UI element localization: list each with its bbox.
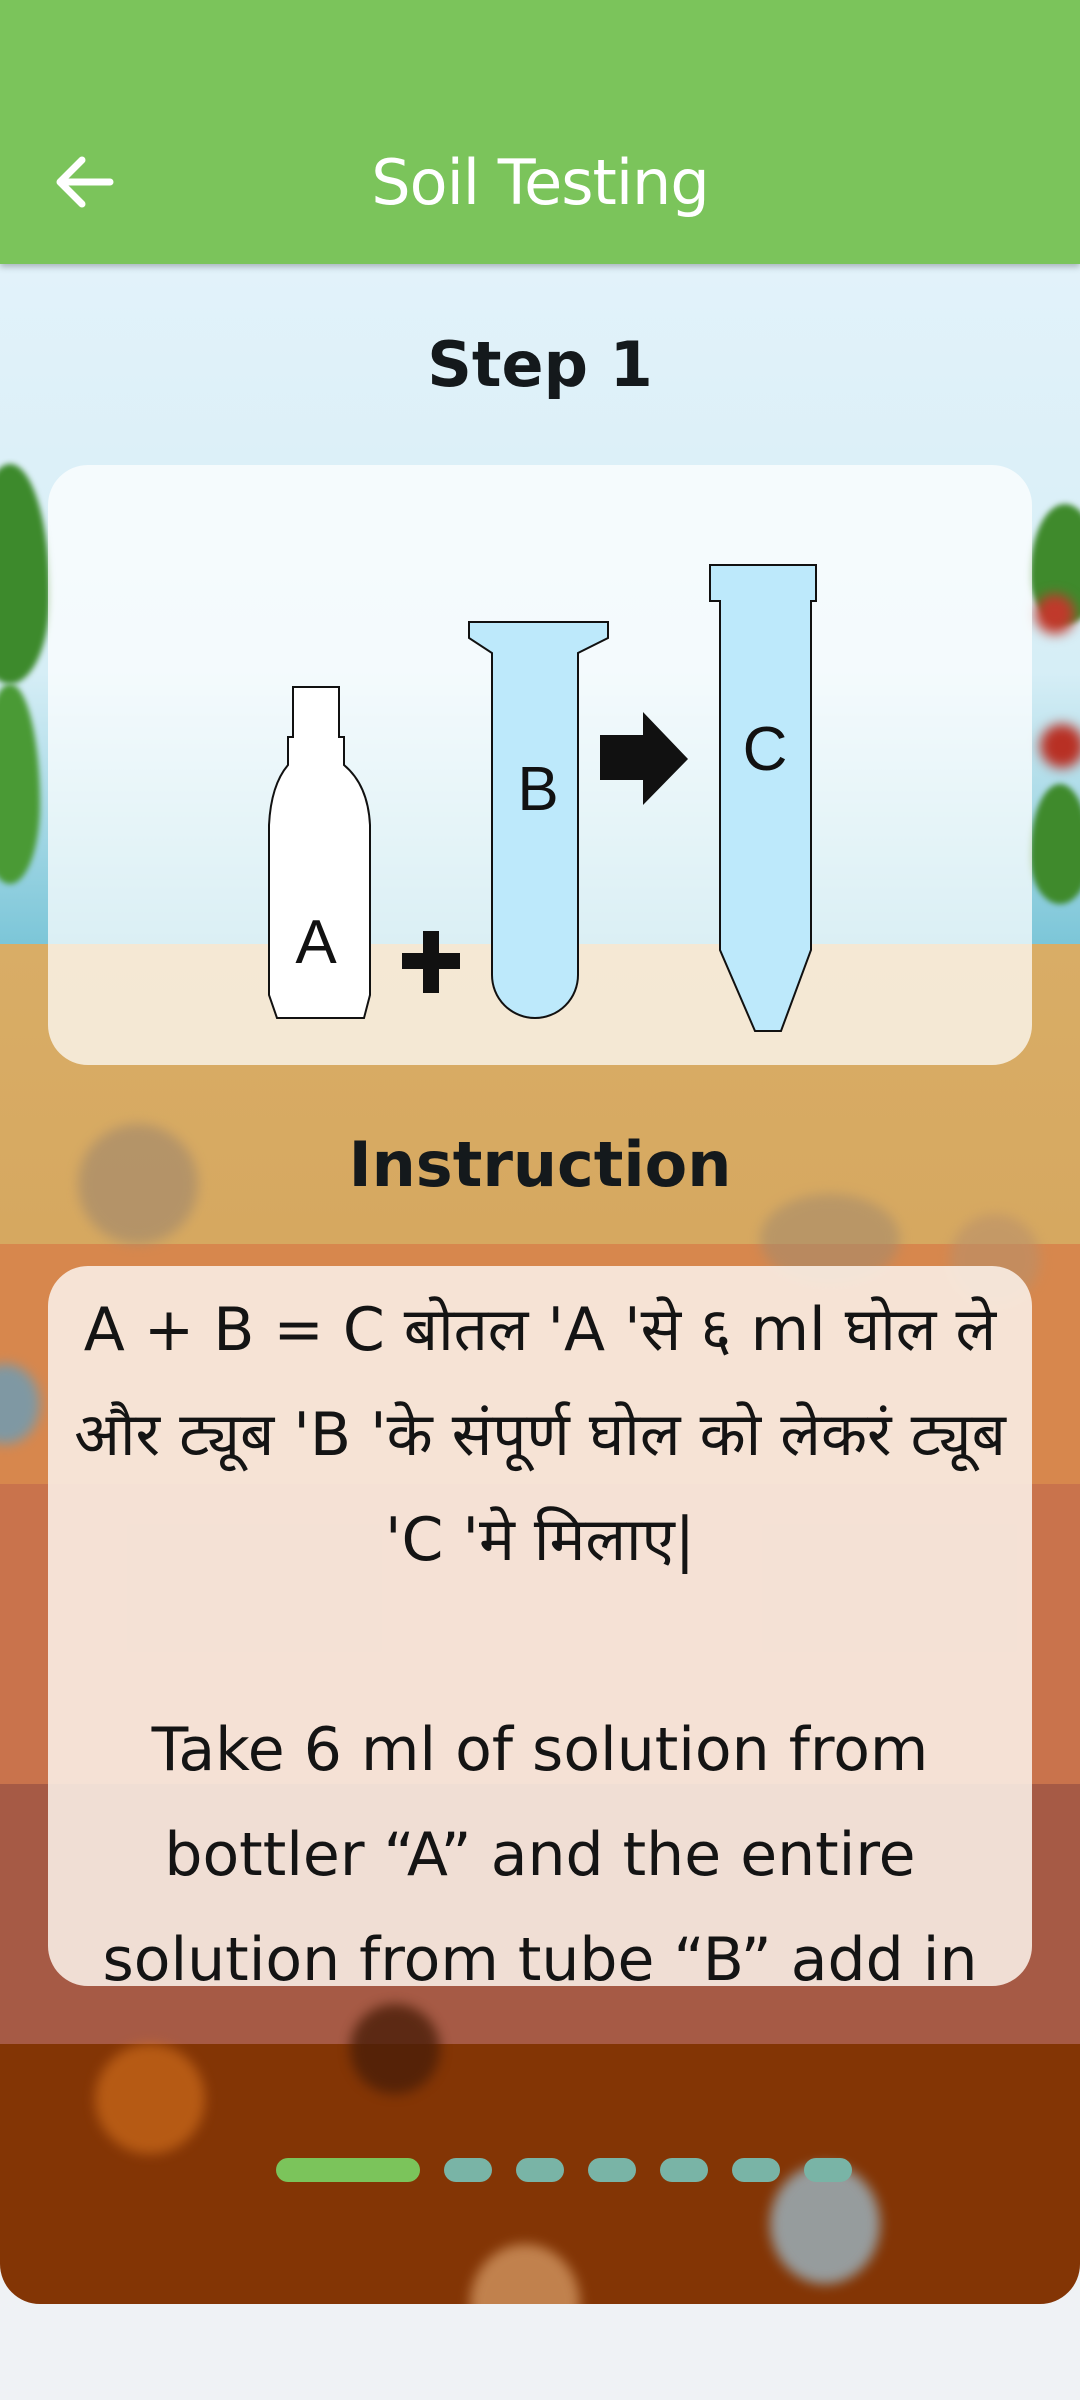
instruction-card[interactable]: A + B = C बोतल 'A 'से ६ ml घोल ले और ट्य… <box>48 1266 1032 1986</box>
conical-tube-c: C <box>709 564 817 1032</box>
step-illustration: A B C <box>268 564 817 1032</box>
tube-c-label: C <box>743 715 788 784</box>
page-dot-5[interactable] <box>660 2158 708 2182</box>
plus-icon <box>402 931 460 993</box>
page-dot-4[interactable] <box>588 2158 636 2182</box>
step-title: Step 1 <box>427 328 653 401</box>
page-dot-2[interactable] <box>444 2158 492 2182</box>
test-tube-b: B <box>468 621 609 1019</box>
step-illustration-card: A B C <box>48 465 1032 1065</box>
bottom-area <box>0 2304 1080 2400</box>
app-title: Soil Testing <box>371 146 709 219</box>
bottle-a-label: A <box>295 908 337 977</box>
page-dot-1[interactable] <box>276 2158 420 2182</box>
tube-b-label: B <box>517 755 558 824</box>
bottle-a: A <box>268 686 371 1019</box>
page-dot-3[interactable] <box>516 2158 564 2182</box>
instruction-english-text: Take 6 ml of solution from bottler “A” a… <box>102 1715 978 1986</box>
instruction-hindi-text: A + B = C बोतल 'A 'से ६ ml घोल ले और ट्य… <box>74 1295 1006 1575</box>
page-dot-6[interactable] <box>732 2158 780 2182</box>
page-indicator <box>276 2158 852 2182</box>
app-bar: Soil Testing <box>0 0 1080 264</box>
arrow-right-icon <box>600 712 688 805</box>
page-dot-7[interactable] <box>804 2158 852 2182</box>
instruction-title: Instruction <box>348 1128 732 1201</box>
